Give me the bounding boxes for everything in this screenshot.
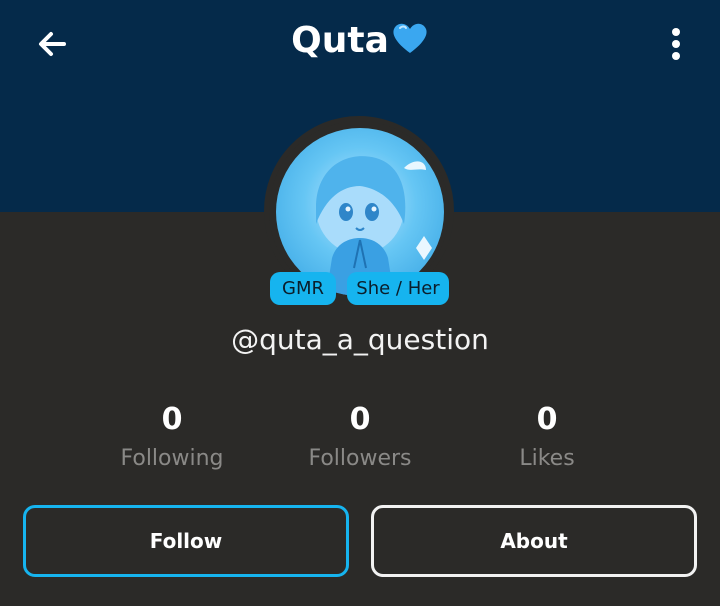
stat-value: 0 xyxy=(161,402,183,437)
stat-value: 0 xyxy=(536,402,558,437)
stat-value: 0 xyxy=(349,402,371,437)
tag-pronouns: She / Her xyxy=(347,272,449,305)
stat-likes[interactable]: 0 Likes xyxy=(447,400,647,471)
page-title: Quta xyxy=(0,20,720,64)
blue-heart-icon xyxy=(391,21,429,64)
tag-gmr: GMR xyxy=(270,272,336,305)
stat-label: Followers xyxy=(308,446,412,471)
username: @quta_a_question xyxy=(231,323,489,356)
title-text: Quta xyxy=(291,20,389,61)
follow-button[interactable]: Follow xyxy=(23,505,349,577)
stat-label: Following xyxy=(120,446,224,471)
avatar-illustration xyxy=(316,156,432,296)
avatar[interactable] xyxy=(276,128,444,296)
stat-label: Likes xyxy=(519,446,575,471)
more-options-button[interactable] xyxy=(656,22,696,66)
about-button[interactable]: About xyxy=(371,505,697,577)
stat-followers[interactable]: 0 Followers xyxy=(260,400,460,471)
stat-following[interactable]: 0 Following xyxy=(72,400,272,471)
vertical-dots-icon xyxy=(672,28,680,60)
